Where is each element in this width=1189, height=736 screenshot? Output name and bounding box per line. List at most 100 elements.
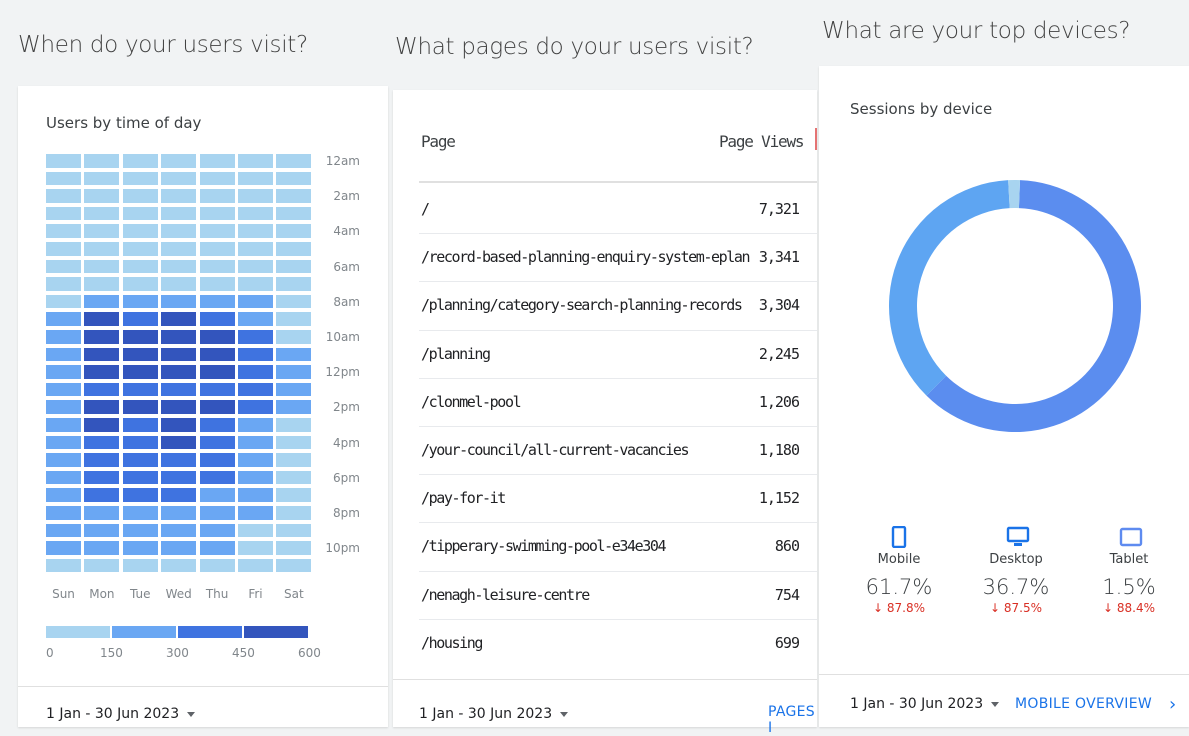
heatmap-cell[interactable] [161,541,197,555]
heatmap-cell[interactable] [238,347,273,362]
heatmap-cell[interactable] [238,259,273,274]
heatmap-cell[interactable] [276,154,312,168]
heatmap-cell[interactable] [199,259,235,274]
mobile-overview-link[interactable]: MOBILE OVERVIEW [1015,696,1152,712]
heatmap-cell[interactable] [238,294,273,309]
heatmap-cell[interactable] [46,154,81,168]
device-mobile[interactable]: Mobile 61.7% ↓ 87.8% [844,525,954,615]
page-path[interactable]: /housing [421,634,483,652]
table-row[interactable]: /record-based-planning-enquiry-system-ep… [393,234,817,283]
heatmap-cell[interactable] [238,312,273,326]
table-row[interactable]: /planning/category-search-planning-recor… [393,282,817,331]
heatmap-cell[interactable] [199,312,235,326]
heatmap-cell[interactable] [46,330,81,344]
heatmap-cell[interactable] [276,294,312,309]
date-range-selector[interactable]: 1 Jan - 30 Jun 2023 [46,706,196,722]
heatmap-cell[interactable] [84,189,120,203]
heatmap-cell[interactable] [161,154,197,168]
heatmap-cell[interactable] [238,154,273,168]
heatmap-cell[interactable] [238,523,273,538]
date-range-selector[interactable]: 1 Jan - 30 Jun 2023 [419,706,569,722]
heatmap-cell[interactable] [238,206,273,221]
heatmap-cell[interactable] [122,330,158,344]
heatmap-cell[interactable] [199,470,235,485]
heatmap-cell[interactable] [84,523,120,538]
table-row[interactable]: /tipperary-swimming-pool-e34e304 860 [393,523,817,572]
page-path[interactable]: /tipperary-swimming-pool-e34e304 [421,537,667,555]
page-path[interactable]: /clonmel-pool [421,393,522,411]
heatmap-cell[interactable] [276,224,312,238]
heatmap-cell[interactable] [84,347,120,362]
table-row[interactable]: / 7,321 [393,186,817,235]
heatmap-cell[interactable] [199,541,235,555]
heatmap-cell[interactable] [161,558,197,573]
heatmap-cell[interactable] [84,453,120,467]
heatmap-cell[interactable] [122,294,158,309]
heatmap-cell[interactable] [122,259,158,274]
heatmap-cell[interactable] [161,488,197,502]
heatmap-cell[interactable] [46,312,81,326]
pages-report-link[interactable]: PAGES I [768,704,817,736]
heatmap-cell[interactable] [122,365,158,379]
heatmap-cell[interactable] [84,506,120,520]
heatmap-cell[interactable] [276,171,312,186]
heatmap-cell[interactable] [199,294,235,309]
heatmap-cell[interactable] [122,347,158,362]
table-row[interactable]: /housing 699 [393,620,817,668]
table-row[interactable]: /clonmel-pool 1,206 [393,379,817,427]
donut-slice-tablet[interactable] [1008,180,1021,209]
heatmap-cell[interactable] [46,277,81,291]
heatmap-cell[interactable] [84,435,120,450]
heatmap-cell[interactable] [238,400,273,414]
heatmap-cell[interactable] [46,523,81,538]
heatmap-cell[interactable] [161,347,197,362]
heatmap-cell[interactable] [199,277,235,291]
heatmap-cell[interactable] [276,277,312,291]
heatmap-cell[interactable] [84,382,120,397]
heatmap-cell[interactable] [238,488,273,502]
heatmap-cell[interactable] [276,347,312,362]
page-path[interactable]: /your-council/all-current-vacancies [421,441,689,459]
heatmap-cell[interactable] [84,154,120,168]
heatmap-cell[interactable] [199,382,235,397]
heatmap-cell[interactable] [238,418,273,432]
heatmap-cell[interactable] [276,206,312,221]
heatmap-cell[interactable] [276,189,312,203]
page-path[interactable]: /record-based-planning-enquiry-system-ep… [421,248,751,266]
heatmap-cell[interactable] [161,453,197,467]
heatmap-cell[interactable] [238,470,273,485]
heatmap-cell[interactable] [276,418,312,432]
heatmap-cell[interactable] [46,435,81,450]
heatmap-cell[interactable] [84,330,120,344]
heatmap-cell[interactable] [84,365,120,379]
heatmap-cell[interactable] [122,418,158,432]
heatmap-cell[interactable] [276,488,312,502]
heatmap-cell[interactable] [161,312,197,326]
heatmap-cell[interactable] [46,400,81,414]
heatmap-cell[interactable] [161,435,197,450]
heatmap-cell[interactable] [84,418,120,432]
heatmap-cell[interactable] [199,558,235,573]
heatmap-cell[interactable] [122,558,158,573]
heatmap-cell[interactable] [84,277,120,291]
heatmap-cell[interactable] [122,523,158,538]
heatmap-cell[interactable] [161,365,197,379]
heatmap-cell[interactable] [238,541,273,555]
heatmap-cell[interactable] [84,206,120,221]
heatmap-cell[interactable] [84,470,120,485]
page-path[interactable]: /pay-for-it [421,489,506,507]
heatmap-cell[interactable] [84,488,120,502]
heatmap-cell[interactable] [276,470,312,485]
heatmap-cell[interactable] [276,523,312,538]
heatmap-cell[interactable] [46,189,81,203]
heatmap-cell[interactable] [199,506,235,520]
heatmap-cell[interactable] [122,224,158,238]
heatmap-cell[interactable] [122,435,158,450]
chevron-right-icon[interactable]: › [1169,694,1176,715]
heatmap-cell[interactable] [46,470,81,485]
heatmap-cell[interactable] [161,470,197,485]
heatmap-cell[interactable] [238,189,273,203]
heatmap-cell[interactable] [199,206,235,221]
heatmap-cell[interactable] [46,171,81,186]
heatmap-cell[interactable] [238,558,273,573]
